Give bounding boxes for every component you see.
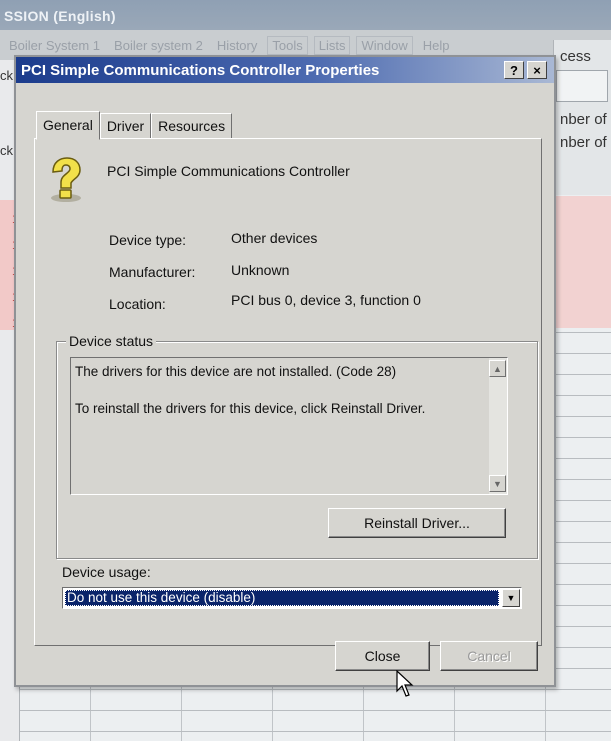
scroll-up-icon: ▲ [493,363,502,374]
manufacturer-label: Manufacturer: [109,264,196,280]
menu-history[interactable]: History [210,38,264,53]
mouse-cursor-icon [396,670,414,697]
status-line-2: To reinstall the drivers for this device… [75,401,426,416]
device-name: PCI Simple Communications Controller [107,163,350,179]
device-type-label: Device type: [109,232,187,248]
device-usage-selected: Do not use this device (disable) [65,590,499,606]
background-right-text: nber of [560,134,607,151]
manufacturer-value: Unknown [231,262,290,278]
reinstall-driver-button[interactable]: Reinstall Driver... [328,508,506,538]
status-scrollbar[interactable]: ▲ ▼ [489,358,507,494]
location-value: PCI bus 0, device 3, function 0 [231,292,421,308]
menu-window[interactable]: Window [356,35,413,55]
tab-resources[interactable]: Resources [151,113,233,139]
scroll-up-button[interactable]: ▲ [489,360,506,377]
chevron-down-icon: ▼ [506,593,516,603]
cancel-button[interactable]: Cancel [440,641,538,671]
background-cell [556,70,608,102]
title-close-button[interactable]: × [527,61,547,79]
scroll-down-icon: ▼ [493,478,502,489]
status-line-1: The drivers for this device are not inst… [75,364,397,379]
background-left-text: ck [0,143,13,158]
device-status-textbox[interactable]: The drivers for this device are not inst… [70,357,508,495]
tab-strip: General Driver Resources [36,111,233,140]
scroll-down-button[interactable]: ▼ [489,475,506,492]
help-icon: ? [510,62,518,78]
location-label: Location: [109,296,166,312]
menu-lists[interactable]: Lists [313,35,351,55]
menu-tools[interactable]: Tools [267,35,308,55]
device-usage-label: Device usage: [62,564,151,580]
dialog-title-bar[interactable]: PCI Simple Communications Controller Pro… [16,57,554,83]
dropdown-arrow-button[interactable]: ▼ [502,589,520,607]
background-left-text: ck [0,68,13,83]
help-button[interactable]: ? [504,61,524,79]
background-right-highlight [553,196,611,328]
dialog-title: PCI Simple Communications Controller Pro… [21,62,380,79]
background-title: SSION (English) [0,0,611,30]
device-type-value: Other devices [231,230,318,246]
device-status-legend: Device status [66,333,157,349]
menu-boiler-system-2[interactable]: Boiler system 2 [107,38,210,53]
menu-help[interactable]: Help [416,38,457,53]
close-button[interactable]: Close [335,641,430,671]
unknown-device-icon [51,157,81,202]
menu-boiler-system-1[interactable]: Boiler System 1 [2,38,107,53]
tab-driver[interactable]: Driver [99,113,152,139]
device-usage-dropdown[interactable]: Do not use this device (disable) ▼ [62,587,522,609]
tab-general[interactable]: General [36,111,100,140]
background-right-text: nber of [560,111,607,128]
background-right-text: cess [560,48,591,65]
close-icon: × [533,62,541,78]
properties-dialog: PCI Simple Communications Controller Pro… [14,55,556,687]
